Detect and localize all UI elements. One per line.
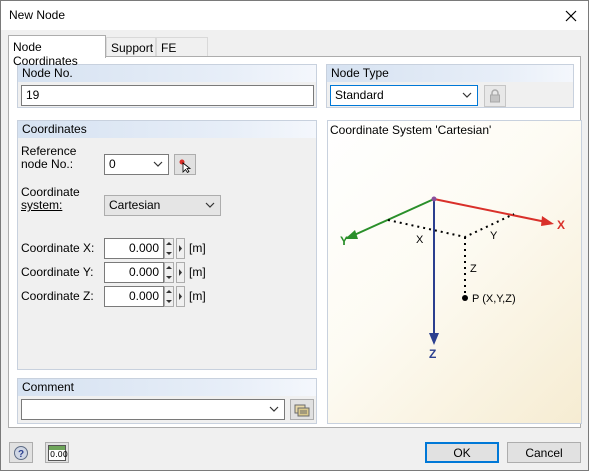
pick-cursor-icon: [179, 159, 192, 173]
y-axis-line: [351, 198, 435, 237]
coordinate-y-menu-button[interactable]: [176, 262, 185, 283]
coordinate-system-diagram: Coordinate System 'Cartesian' X Y Z X Y …: [327, 120, 582, 424]
coordinate-z-label: Coordinate Z:: [21, 289, 94, 303]
point-p-label: P (X,Y,Z): [472, 293, 516, 305]
tab-label: Node Coordinates: [13, 40, 78, 68]
coordinate-system-value: Cartesian: [109, 198, 161, 212]
coordinate-y-value: 0.000: [128, 265, 159, 279]
tab-support[interactable]: Support: [106, 37, 156, 57]
coordinate-z-unit: [m]: [189, 289, 206, 303]
node-no-input[interactable]: 19: [21, 85, 314, 106]
node-type-value: Standard: [335, 88, 384, 102]
coordinate-y-unit: [m]: [189, 265, 206, 279]
reference-node-select[interactable]: 0: [104, 154, 169, 175]
ok-button[interactable]: OK: [425, 442, 499, 463]
help-icon: ?: [14, 445, 28, 460]
window-title: New Node: [9, 8, 66, 22]
y-distance-label: Y: [490, 230, 498, 242]
coordinate-x-unit: [m]: [189, 241, 206, 255]
comment-label: Comment: [22, 380, 75, 394]
z-distance-label: Z: [470, 263, 477, 275]
coordinate-x-input[interactable]: 0.000: [104, 238, 164, 259]
coordinate-y-input[interactable]: 0.000: [104, 262, 164, 283]
x-axis-label: X: [557, 218, 565, 232]
arrow-right-icon: [179, 245, 182, 252]
comment-header: Comment: [18, 379, 316, 396]
help-button[interactable]: ?: [9, 442, 33, 463]
chevron-down-icon: [269, 406, 279, 412]
cancel-button[interactable]: Cancel: [507, 442, 581, 463]
system-label-line2: system:: [21, 198, 63, 212]
coordinate-y-label: Coordinate Y:: [21, 265, 94, 279]
coordinate-x-menu-button[interactable]: [176, 238, 185, 259]
coordinates-group: Coordinates Reference node No.: 0 Coordi…: [17, 120, 317, 370]
coordinate-system-select[interactable]: Cartesian: [104, 195, 221, 216]
z-axis-arrowhead: [429, 333, 439, 345]
new-node-dialog: New Node Node Coordinates Support FE Mes…: [0, 0, 589, 471]
coordinate-x-spinner[interactable]: [164, 238, 174, 259]
chevron-down-icon: [153, 161, 163, 167]
z-axis-label: Z: [429, 347, 436, 361]
svg-text:?: ?: [18, 449, 24, 460]
units-icon-text: 0.00: [50, 449, 68, 459]
cancel-label: Cancel: [525, 445, 563, 460]
arrow-right-icon: [179, 269, 182, 276]
lock-icon: [490, 89, 500, 103]
chevron-down-icon: [205, 202, 215, 208]
coordinate-x-value: 0.000: [128, 241, 159, 255]
arrow-right-icon: [179, 293, 182, 300]
coordinates-header: Coordinates: [18, 121, 316, 138]
tab-label: Support: [111, 41, 154, 55]
node-type-group: Node Type Standard: [326, 64, 574, 108]
coordinate-y-spinner[interactable]: [164, 262, 174, 283]
units-button[interactable]: 0.00: [45, 442, 69, 463]
coordinate-x-label: Coordinate X:: [21, 241, 95, 255]
spin-up-icon: [166, 266, 172, 269]
x-distance-label: X: [416, 234, 424, 246]
node-no-group: Node No. 19: [17, 64, 317, 108]
tab-panel: Node No. 19 Node Type Standard Coordinat…: [8, 56, 582, 428]
spin-up-icon: [166, 242, 172, 245]
node-no-value: 19: [26, 88, 40, 102]
coordinate-z-input[interactable]: 0.000: [104, 286, 164, 307]
comment-library-button[interactable]: [290, 399, 314, 420]
node-type-select[interactable]: Standard: [330, 85, 478, 106]
coordinate-z-value: 0.000: [128, 289, 159, 303]
units-icon: 0.00: [48, 444, 68, 461]
chevron-down-icon: [462, 92, 472, 98]
comment-group: Comment: [17, 378, 317, 424]
reference-node-value: 0: [109, 157, 116, 171]
tab-node-coordinates[interactable]: Node Coordinates: [8, 35, 106, 68]
node-no-label: Node No.: [22, 66, 73, 80]
x-axis-arrowhead: [541, 216, 554, 226]
axes-diagram: X Y Z X Y Z P (X,Y,Z): [340, 196, 565, 361]
node-type-header: Node Type: [327, 65, 573, 82]
spin-up-icon: [166, 290, 172, 293]
ok-label: OK: [453, 445, 471, 460]
origin-point: [431, 196, 437, 202]
close-button[interactable]: [554, 1, 588, 30]
title-bar: New Node: [1, 1, 588, 30]
comment-library-icon: [294, 404, 310, 416]
point-p-marker: [462, 295, 468, 301]
spin-down-icon: [166, 276, 172, 279]
coordinates-label: Coordinates: [22, 122, 87, 136]
x-axis-line: [433, 198, 547, 223]
close-icon: [565, 10, 577, 21]
coordinate-z-menu-button[interactable]: [176, 286, 185, 307]
lock-button[interactable]: [484, 85, 506, 107]
pick-node-button[interactable]: [174, 154, 196, 175]
coordinate-z-spinner[interactable]: [164, 286, 174, 307]
spin-down-icon: [166, 252, 172, 255]
reference-label-line2: node No.:: [21, 157, 74, 171]
tab-fe-mesh[interactable]: FE Mesh: [156, 37, 208, 69]
node-type-label: Node Type: [331, 66, 389, 80]
y-axis-label: Y: [340, 234, 348, 248]
comment-select[interactable]: [21, 399, 285, 420]
spin-down-icon: [166, 300, 172, 303]
